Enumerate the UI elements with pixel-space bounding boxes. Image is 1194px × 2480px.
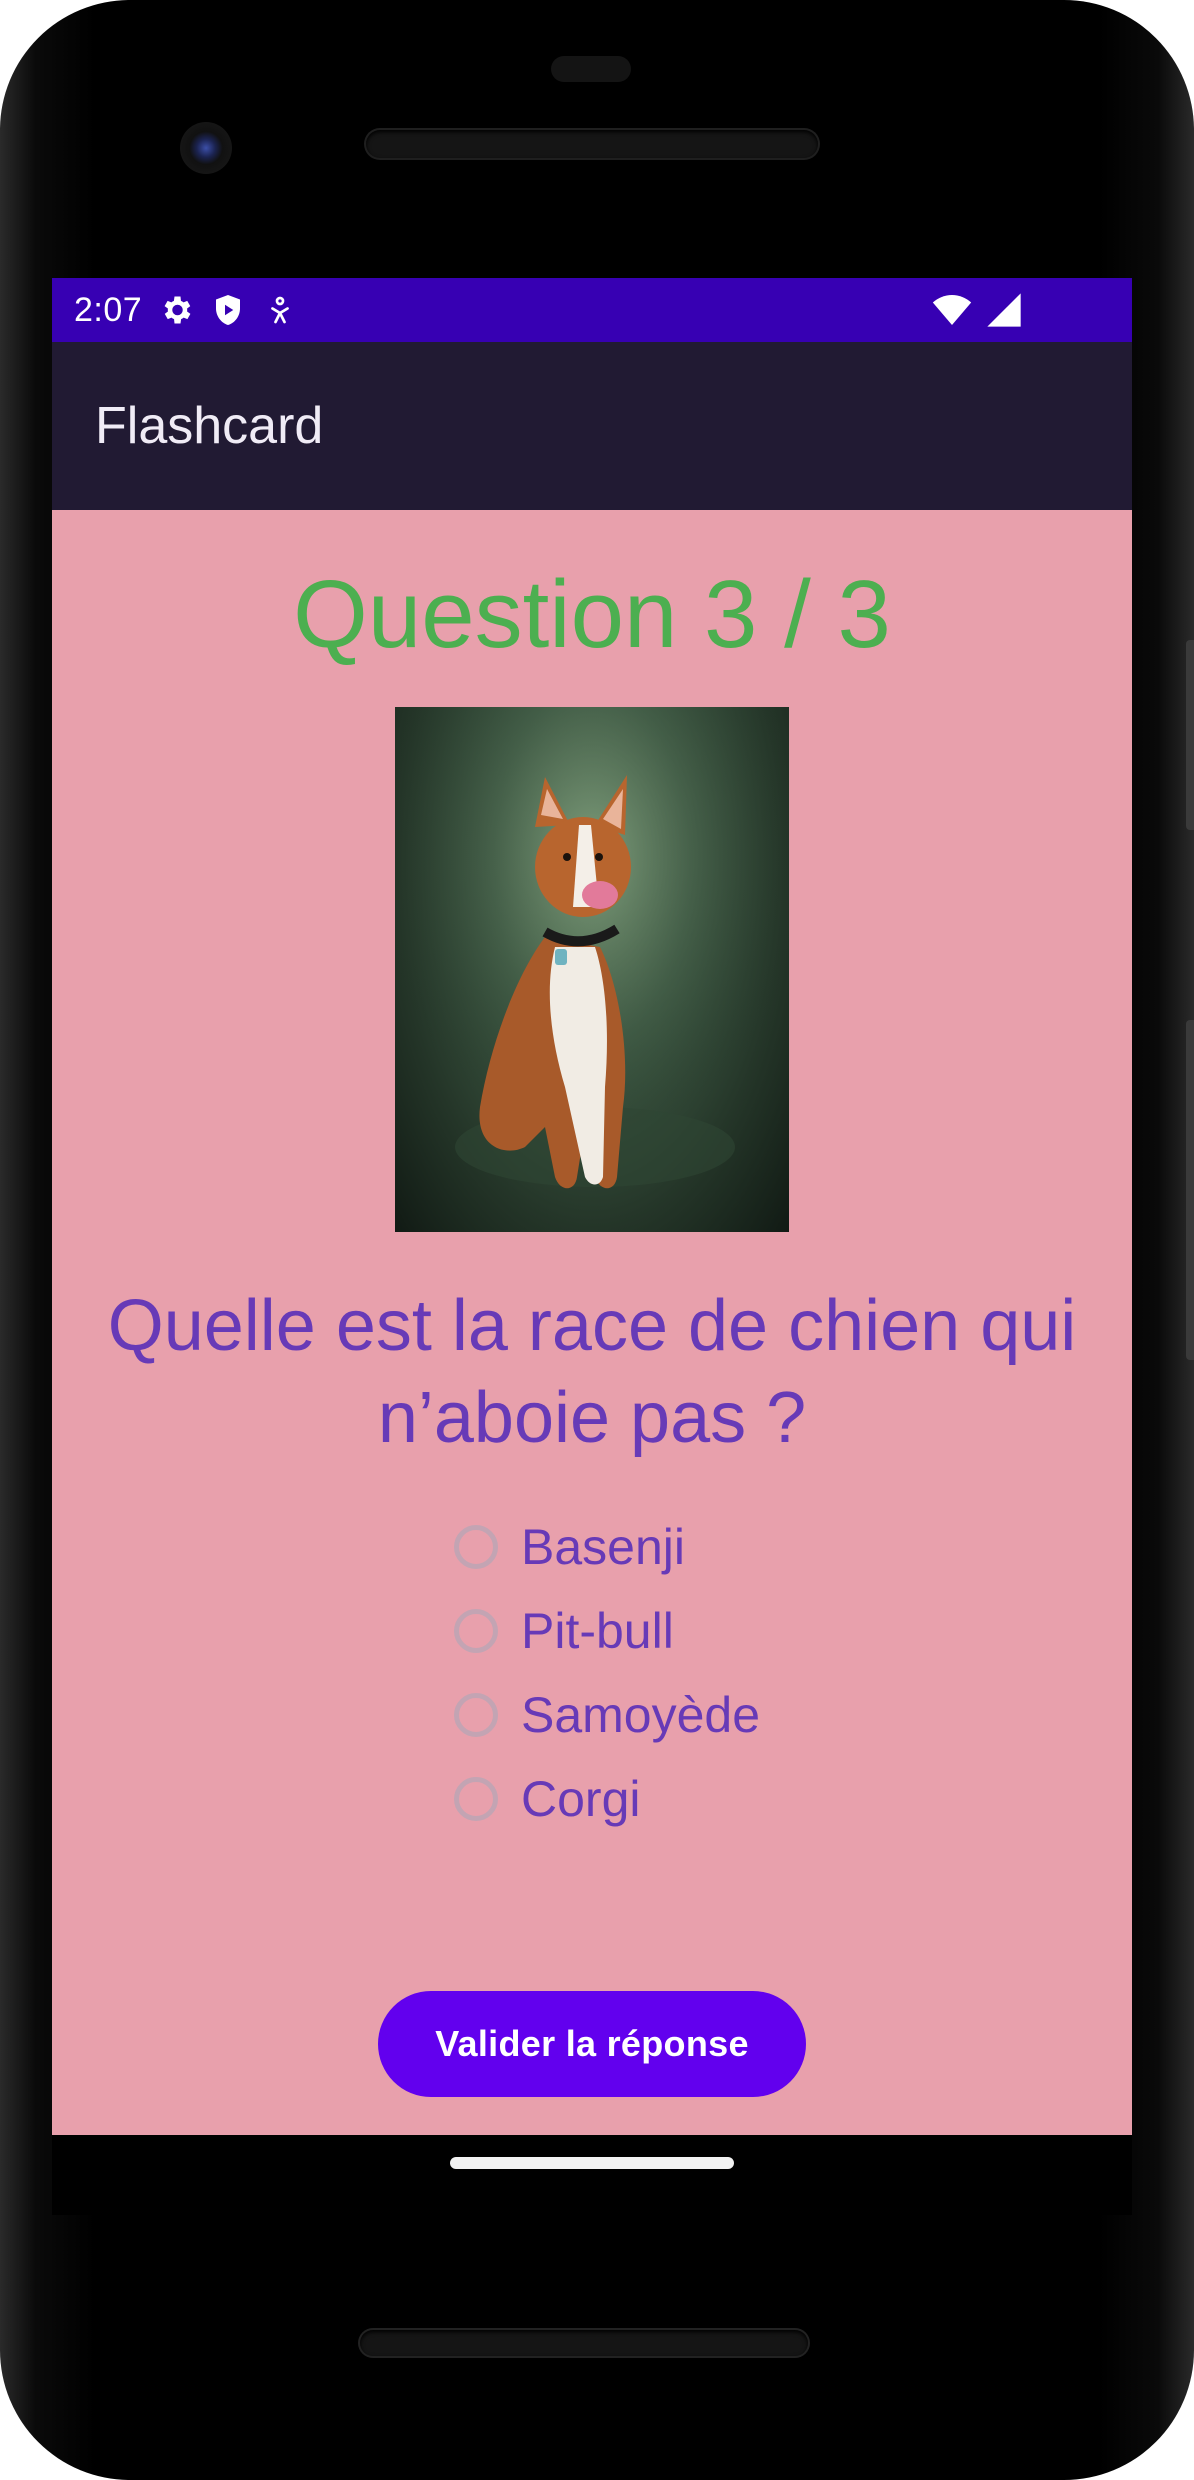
earpiece-speaker bbox=[366, 130, 818, 158]
question-text: Quelle est la race de chien qui n’aboie … bbox=[107, 1286, 1077, 1458]
submit-answer-button[interactable]: Valider la réponse bbox=[378, 1991, 806, 2097]
question-counter: Question 3 / 3 bbox=[293, 561, 891, 668]
answer-options: Basenji Pit-bull Samoyède Corgi bbox=[442, 1505, 760, 1841]
status-time: 2:07 bbox=[74, 290, 143, 329]
volume-rocker[interactable] bbox=[1186, 1020, 1194, 1360]
app-title: Flashcard bbox=[95, 397, 324, 455]
radio-button[interactable] bbox=[454, 1777, 498, 1821]
gear-icon bbox=[164, 296, 191, 324]
status-bar: 2:07 bbox=[52, 278, 1132, 342]
app-bar: Flashcard bbox=[52, 342, 1132, 510]
radio-button[interactable] bbox=[454, 1525, 498, 1569]
shield-icon bbox=[216, 295, 241, 325]
dog-photo bbox=[395, 707, 789, 1232]
radio-button[interactable] bbox=[454, 1609, 498, 1653]
quiz-content: Question 3 / 3 Quelle est la race de chi… bbox=[52, 510, 1132, 2135]
option-pit-bull[interactable]: Pit-bull bbox=[442, 1589, 760, 1673]
option-corgi[interactable]: Corgi bbox=[442, 1757, 760, 1841]
proximity-sensor bbox=[551, 56, 631, 82]
power-button[interactable] bbox=[1186, 640, 1194, 830]
signal-icon bbox=[987, 293, 1021, 327]
option-basenji[interactable]: Basenji bbox=[442, 1505, 760, 1589]
front-camera bbox=[180, 122, 232, 174]
phone-frame: 2:07 Flashcard Question 3 / 3 Quelle est… bbox=[0, 0, 1194, 2480]
bottom-speaker bbox=[360, 2330, 808, 2356]
option-label: Basenji bbox=[521, 1519, 685, 1575]
accessibility-icon bbox=[271, 296, 290, 324]
option-label: Corgi bbox=[521, 1771, 641, 1827]
wifi-icon bbox=[932, 295, 972, 325]
screen: 2:07 Flashcard Question 3 / 3 Quelle est… bbox=[52, 278, 1132, 2135]
home-gesture-pill[interactable] bbox=[450, 2157, 734, 2169]
option-label: Samoyède bbox=[521, 1687, 761, 1743]
option-label: Pit-bull bbox=[521, 1603, 674, 1659]
option-samoyede[interactable]: Samoyède bbox=[442, 1673, 760, 1757]
navigation-bar bbox=[52, 2135, 1132, 2215]
radio-button[interactable] bbox=[454, 1693, 498, 1737]
